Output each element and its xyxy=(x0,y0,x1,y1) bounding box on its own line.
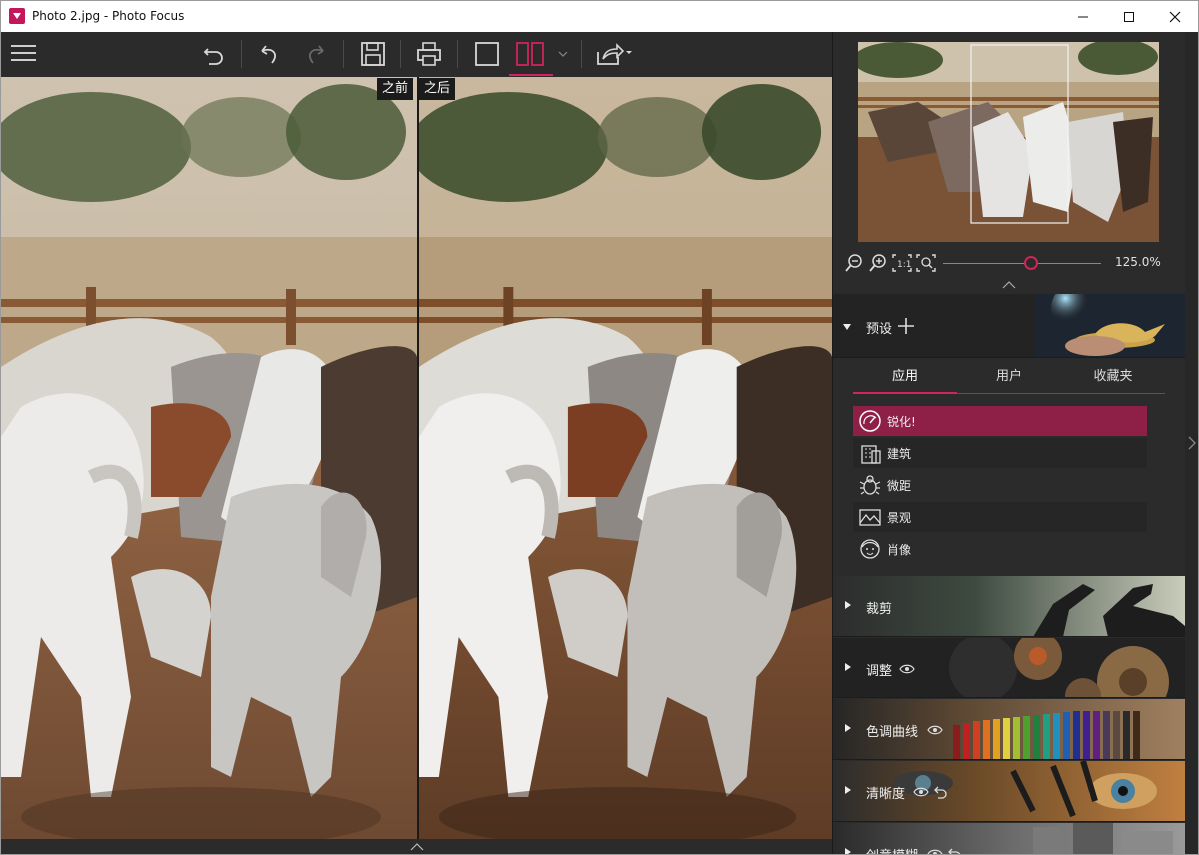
genie-lamp-banner xyxy=(1035,294,1185,357)
redo-icon[interactable] xyxy=(299,38,331,70)
after-label: 之后 xyxy=(419,78,456,100)
undo-icon[interactable] xyxy=(254,38,286,70)
window-title: Photo 2.jpg - Photo Focus xyxy=(32,9,185,23)
gauge-icon xyxy=(857,408,883,434)
minimize-button[interactable] xyxy=(1060,1,1106,32)
landscape-icon xyxy=(857,504,883,530)
preset-tabs: 应用 用户 收藏夹 xyxy=(853,362,1165,394)
after-image: 之后 xyxy=(419,77,832,839)
tab-user[interactable]: 用户 xyxy=(957,362,1061,394)
creative-blur-section[interactable]: 创意模糊 xyxy=(833,823,1185,855)
expanded-triangle-icon xyxy=(843,324,851,330)
share-icon[interactable] xyxy=(594,38,634,70)
chevron-up-icon[interactable] xyxy=(410,843,424,851)
svg-text:1:1: 1:1 xyxy=(897,260,911,270)
maximize-button[interactable] xyxy=(1106,1,1152,32)
image-compare-view[interactable]: 之前 之后 xyxy=(1,77,832,839)
close-button[interactable] xyxy=(1152,1,1198,32)
presets-title: 预设 xyxy=(866,322,893,337)
save-icon[interactable] xyxy=(357,38,389,70)
right-panel: 1:1 125.0% 预设 应用 用户 收藏夹 锐化! 建筑 微距 景观 肖像 … xyxy=(832,32,1198,855)
adjust-section[interactable]: 调整 xyxy=(833,638,1185,698)
chevron-right-icon[interactable] xyxy=(1188,436,1196,450)
revert-icon[interactable] xyxy=(198,38,230,70)
zoom-slider[interactable] xyxy=(943,263,1101,264)
visibility-eye-icon[interactable] xyxy=(927,848,943,855)
crop-section[interactable]: 裁剪 xyxy=(833,576,1185,637)
reset-icon[interactable] xyxy=(933,783,949,799)
split-view-icon[interactable] xyxy=(514,38,546,70)
zoom-in-icon[interactable] xyxy=(867,252,889,274)
zoom-slider-handle[interactable] xyxy=(1024,256,1039,270)
building-icon xyxy=(857,440,883,466)
tone-curve-section[interactable]: 色调曲线 xyxy=(833,699,1185,760)
menu-icon[interactable] xyxy=(11,45,36,63)
zoom-level: 125.0% xyxy=(1115,255,1161,269)
collapsed-triangle-icon xyxy=(845,786,851,794)
clarity-section[interactable]: 清晰度 xyxy=(833,761,1185,822)
preset-item-macro[interactable]: 微距 xyxy=(853,470,1147,500)
reset-icon[interactable] xyxy=(947,845,963,855)
active-view-underline xyxy=(509,74,553,76)
actual-size-icon[interactable]: 1:1 xyxy=(891,252,913,274)
preset-item-landscape[interactable]: 景观 xyxy=(853,502,1147,532)
presets-header[interactable]: 预设 xyxy=(833,294,1185,358)
main-toolbar xyxy=(1,32,832,77)
view-options-chevron-icon[interactable] xyxy=(552,38,574,70)
navigator-thumbnail[interactable] xyxy=(858,42,1159,242)
visibility-eye-icon[interactable] xyxy=(927,724,943,736)
visibility-eye-icon[interactable] xyxy=(899,663,915,675)
print-icon[interactable] xyxy=(413,38,445,70)
collapsed-triangle-icon xyxy=(845,663,851,671)
preset-item-portrait[interactable]: 肖像 xyxy=(853,534,1147,564)
visibility-eye-icon[interactable] xyxy=(913,786,929,798)
collapsed-triangle-icon xyxy=(845,724,851,732)
collapsed-triangle-icon xyxy=(845,848,851,854)
add-preset-icon[interactable] xyxy=(897,317,915,335)
filmstrip-toggle-bar[interactable] xyxy=(1,839,832,854)
app-logo-icon xyxy=(9,8,25,24)
tab-favorites[interactable]: 收藏夹 xyxy=(1061,362,1165,394)
collapsed-triangle-icon xyxy=(845,601,851,609)
zoom-controls: 1:1 125.0% xyxy=(833,252,1198,276)
app-window: Photo 2.jpg - Photo Focus 之前 之后 1:1 125.… xyxy=(0,0,1199,855)
bug-icon xyxy=(857,472,883,498)
preset-item-sharpen[interactable]: 锐化! xyxy=(853,406,1147,436)
zoom-out-icon[interactable] xyxy=(843,252,865,274)
collapse-navigator-chevron-icon[interactable] xyxy=(1002,281,1016,289)
portrait-icon xyxy=(857,536,883,562)
single-view-icon[interactable] xyxy=(471,38,503,70)
before-image: 之前 xyxy=(1,77,417,839)
preset-item-architecture[interactable]: 建筑 xyxy=(853,438,1147,468)
fit-to-screen-icon[interactable] xyxy=(915,252,937,274)
tab-apply[interactable]: 应用 xyxy=(853,362,957,394)
before-label: 之前 xyxy=(377,78,414,100)
title-bar: Photo 2.jpg - Photo Focus xyxy=(1,1,1198,32)
panel-collapse-handle[interactable] xyxy=(1185,32,1198,854)
